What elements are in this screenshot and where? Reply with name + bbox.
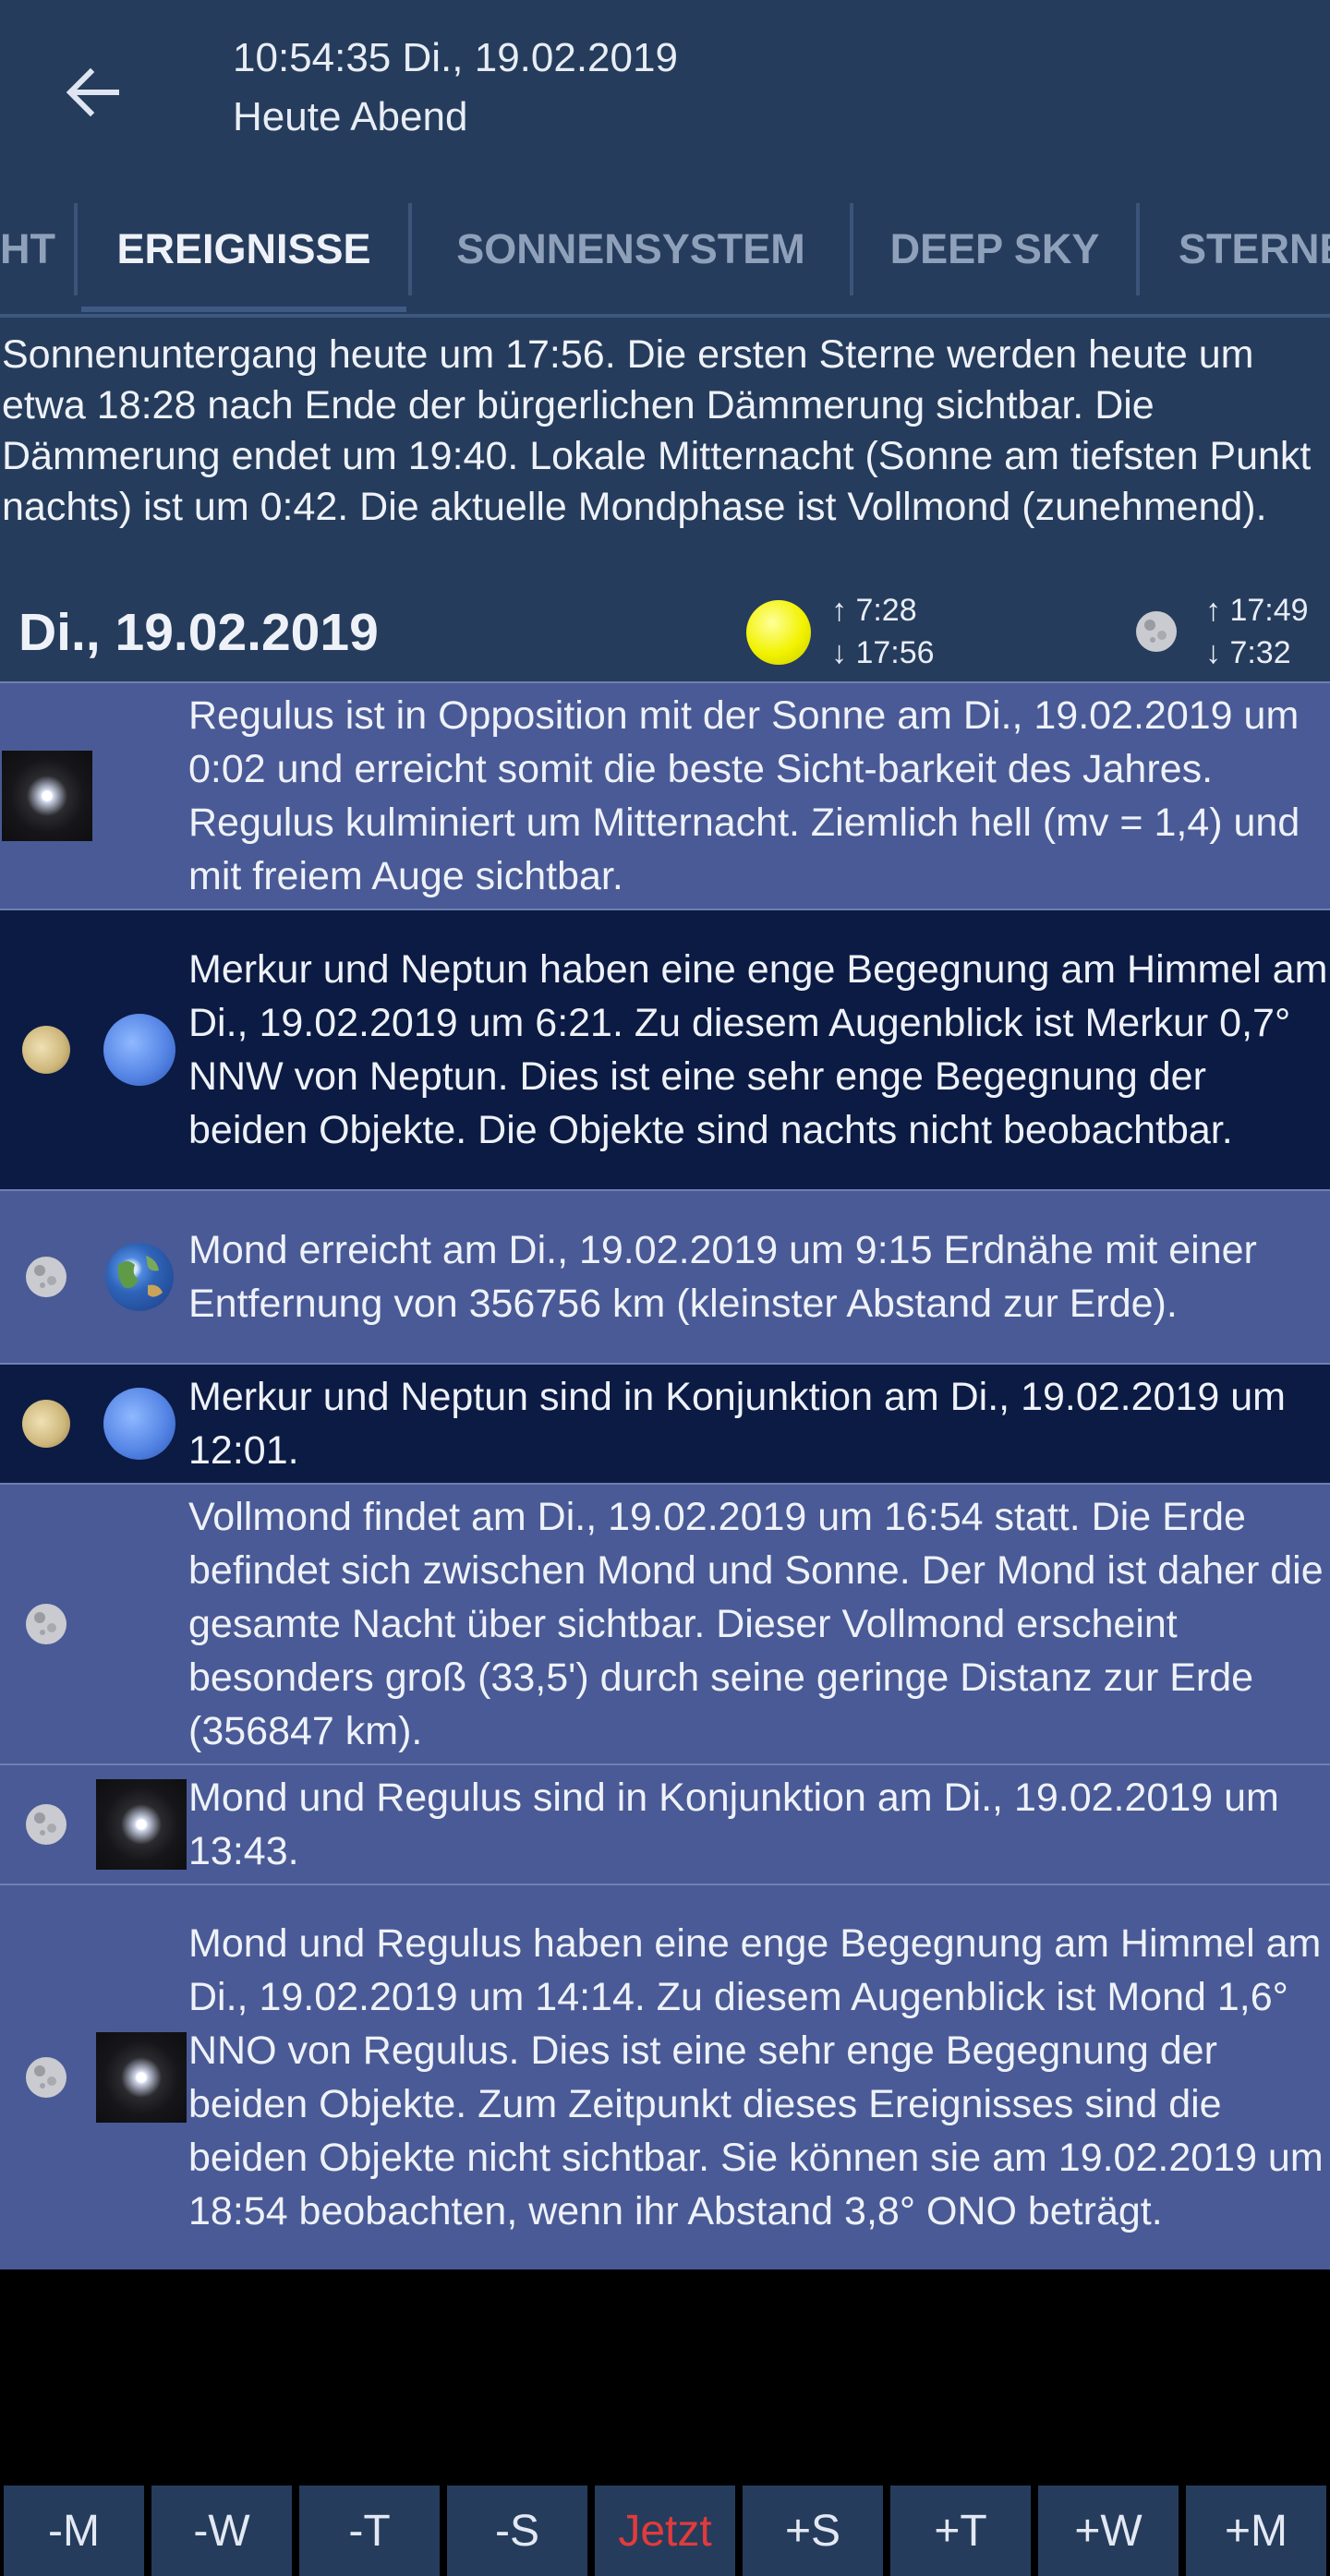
minus-week-button[interactable]: -W — [151, 2486, 292, 2576]
event-text: Mond und Regulus haben eine enge Begegnu… — [188, 1921, 1324, 2233]
header-datetime: 10:54:35 Di., 19.02.2019 — [233, 35, 678, 80]
minus-month-button[interactable]: -M — [4, 2486, 144, 2576]
minus-hour-button[interactable]: -S — [447, 2486, 587, 2576]
day-date: Di., 19.02.2019 — [18, 603, 379, 662]
star-icon — [2, 751, 92, 841]
time-step-bar: -M -W -T -S Jetzt +S +T +W +M — [0, 2486, 1330, 2576]
mercury-icon — [22, 1026, 70, 1074]
sun-rise-time: ↑ 7:28 — [831, 593, 917, 628]
event-text: Merkur und Neptun haben eine enge Begegn… — [188, 947, 1328, 1152]
event-text: Mond und Regulus sind in Konjunktion am … — [188, 1776, 1279, 1873]
event-row[interactable]: Mond und Regulus haben eine enge Begegnu… — [0, 1884, 1330, 2269]
active-tab-indicator — [81, 307, 406, 312]
moon-icon — [26, 1604, 66, 1644]
event-icons — [0, 1191, 188, 1363]
event-row[interactable]: Regulus ist in Opposition mit der Sonne … — [0, 681, 1330, 909]
event-row[interactable]: Merkur und Neptun haben eine enge Begegn… — [0, 909, 1330, 1189]
moon-set-time: ↓ 7:32 — [1205, 635, 1291, 670]
app-header: 10:54:35 Di., 19.02.2019 Heute Abend — [0, 0, 1330, 180]
arrow-left-icon — [66, 67, 119, 117]
header-subtitle: Heute Abend — [233, 94, 468, 139]
event-text: Mond erreicht am Di., 19.02.2019 um 9:15… — [188, 1228, 1257, 1326]
moon-icon — [1136, 611, 1177, 652]
tab-sonnensystem[interactable]: SONNENSYSTEM — [412, 180, 850, 319]
earth-icon — [105, 1243, 174, 1311]
event-text: Vollmond findet am Di., 19.02.2019 um 16… — [188, 1495, 1324, 1753]
event-text: Merkur und Neptun sind in Konjunktion am… — [188, 1375, 1286, 1473]
event-list: Regulus ist in Opposition mit der Sonne … — [0, 681, 1330, 2269]
tab-deep-sky[interactable]: DEEP SKY — [853, 180, 1136, 319]
event-icons — [0, 1765, 188, 1884]
star-icon — [96, 1779, 187, 1870]
event-text: Regulus ist in Opposition mit der Sonne … — [188, 693, 1300, 898]
tab-sterne[interactable]: STERNE — [1140, 180, 1330, 319]
event-row[interactable]: Merkur und Neptun sind in Konjunktion am… — [0, 1363, 1330, 1483]
evening-summary: Sonnenuntergang heute um 17:56. Die erst… — [0, 319, 1330, 582]
event-icons — [0, 683, 188, 909]
tab-divider — [74, 203, 78, 295]
tab-bar: HT EREIGNISSE SONNENSYSTEM DEEP SKY STER… — [0, 180, 1330, 319]
event-icons — [0, 1485, 188, 1763]
back-button[interactable] — [46, 46, 139, 138]
event-row[interactable]: Mond und Regulus sind in Konjunktion am … — [0, 1763, 1330, 1884]
plus-week-button[interactable]: +W — [1038, 2486, 1179, 2576]
sun-set-time: ↓ 17:56 — [831, 635, 935, 670]
moon-icon — [26, 1804, 66, 1845]
event-row[interactable]: Mond erreicht am Di., 19.02.2019 um 9:15… — [0, 1189, 1330, 1363]
plus-day-button[interactable]: +T — [890, 2486, 1031, 2576]
event-icons — [0, 1365, 188, 1483]
now-button[interactable]: Jetzt — [595, 2486, 735, 2576]
plus-month-button[interactable]: +M — [1186, 2486, 1326, 2576]
tab-bar-border — [0, 314, 1330, 318]
moon-icon — [26, 1257, 66, 1297]
event-icons — [0, 910, 188, 1189]
neptune-icon — [103, 1014, 175, 1086]
star-icon — [96, 2032, 187, 2123]
day-header: Di., 19.02.2019 ↑ 7:28 ↓ 17:56 ↑ 17:49 ↓… — [0, 582, 1330, 681]
mercury-icon — [22, 1400, 70, 1448]
event-icons — [0, 1885, 188, 2269]
minus-day-button[interactable]: -T — [299, 2486, 440, 2576]
sun-icon — [746, 600, 811, 665]
plus-hour-button[interactable]: +S — [743, 2486, 883, 2576]
tab-ereignisse[interactable]: EREIGNISSE — [81, 180, 406, 319]
neptune-icon — [103, 1388, 175, 1460]
tab-partial-left[interactable]: HT — [0, 180, 74, 319]
moon-rise-time: ↑ 17:49 — [1205, 593, 1309, 628]
event-row[interactable]: Vollmond findet am Di., 19.02.2019 um 16… — [0, 1483, 1330, 1763]
moon-icon — [26, 2057, 66, 2098]
